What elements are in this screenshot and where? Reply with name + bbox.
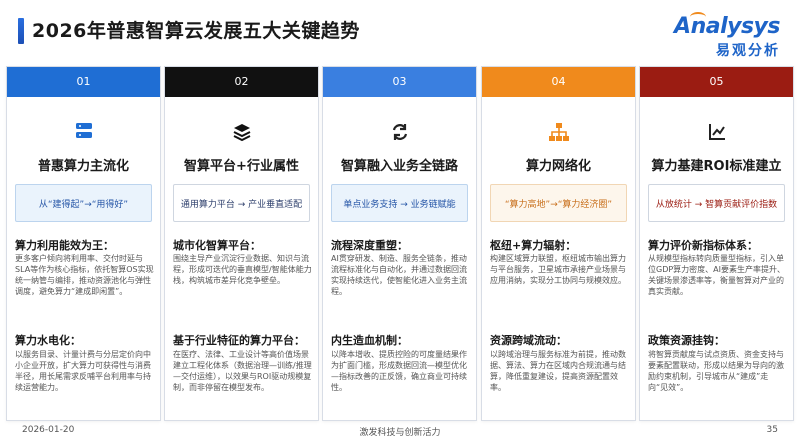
trend-title: 普惠算力主流化: [37, 159, 129, 174]
layers-icon: [165, 122, 318, 142]
section-heading-1: 算力评价新指标体系：: [648, 239, 758, 252]
section-text-2: 将智算贡献度与试点资质、资金支持与要素配置联动，形成以结果为导向的激励约束机制，…: [648, 350, 784, 392]
server-icon: [7, 122, 160, 142]
section-text-2: 以降本增收、提质控险的可度量结果作为扩面门槛，形成数据回流—模型优化—指标改善的…: [331, 350, 467, 392]
section-heading-1: 城市化智算平台：: [173, 239, 261, 252]
trend-title: 算力基建ROI标准建立: [651, 159, 782, 174]
footer-slogan: 激发科技与创新活力: [359, 428, 441, 438]
trend-number-header: 02: [165, 67, 318, 97]
section-heading-1: 流程深度重塑：: [331, 239, 408, 252]
refresh-icon: [323, 122, 476, 142]
trend-number-header: 03: [323, 67, 476, 97]
section-text-1: AI贯穿研发、制造、服务全链条，推动流程标准化与自动化，并通过数据回流实现持续迭…: [331, 254, 467, 296]
trend-tag: “算力高地”→“算力经济圈”: [490, 184, 627, 222]
trend-number-header: 05: [640, 67, 793, 97]
analysys-logo: Analysys 易观分析: [674, 12, 780, 59]
trend-card-1: 01 普惠算力主流化 从“建得起”→“用得好” 算力利用能效为王： 更多客户倾向…: [6, 66, 161, 421]
line-chart-icon: [640, 122, 793, 142]
trend-card-2: 02 智算平台+行业属性 通用算力平台 → 产业垂直适配 城市化智算平台： 围绕…: [164, 66, 319, 421]
logo-text-en: Analysys: [674, 14, 780, 39]
trend-tag: 通用算力平台 → 产业垂直适配: [173, 184, 310, 222]
section-heading-1: 枢纽+算力辐射：: [490, 239, 577, 252]
trend-number-header: 04: [482, 67, 635, 97]
trend-card-4: 04 算力网络化 “算力高地”→“算力经济圈” 枢纽+算力辐射： 构建区域算力联…: [481, 66, 636, 421]
page-number: 35: [766, 425, 778, 435]
section-heading-2: 政策资源挂钩：: [648, 334, 725, 347]
section-heading-2: 资源跨域流动：: [490, 334, 567, 347]
title-accent-bar: [18, 18, 24, 44]
page-title: 2026年普惠智算云发展五大关键趋势: [32, 20, 360, 42]
trend-card-3: 03 智算融入业务全链路 单点业务支持 → 业务链赋能 流程深度重塑： AI贯穿…: [322, 66, 477, 421]
section-text-2: 以跨域治理与服务标准为前提，推动数据、算法、算力在区域内合规流通与结算，降低重复…: [490, 350, 626, 392]
trend-title: 算力网络化: [525, 159, 591, 174]
section-text-2: 在医疗、法律、工业设计等高价值场景建立工程化体系（数据治理—训练/推理—交付运维…: [173, 350, 312, 392]
network-icon: [482, 122, 635, 142]
trend-tag: 从放统计 → 智算贡献评价指数: [648, 184, 785, 222]
trend-title: 智算融入业务全链路: [340, 159, 458, 174]
section-text-1: 构建区域算力联盟，枢纽城市输出算力与平台服务，卫星城市承接产业场景与应用消纳，实…: [490, 254, 626, 285]
trend-columns: 01 普惠算力主流化 从“建得起”→“用得好” 算力利用能效为王： 更多客户倾向…: [0, 66, 800, 421]
logo-text-cn: 易观分析: [716, 43, 780, 59]
trend-tag: 单点业务支持 → 业务链赋能: [331, 184, 468, 222]
trend-tag: 从“建得起”→“用得好”: [15, 184, 152, 222]
section-heading-2: 算力水电化：: [15, 334, 81, 347]
section-text-2: 以服务目录、计量计费与分层定价向中小企业开放，扩大算力可获得性与消费半径，用长尾…: [15, 350, 151, 392]
section-heading-1: 算力利用能效为王：: [15, 239, 114, 252]
section-heading-2: 内生造血机制：: [331, 334, 408, 347]
section-text-1: 从规模型指标转向质量型指标，引入单位GDP算力密度、AI要素生产率提升、关键场景…: [648, 254, 786, 296]
section-heading-2: 基于行业特征的算力平台：: [173, 334, 305, 347]
trend-title: 智算平台+行业属性: [184, 159, 299, 174]
section-text-1: 更多客户倾向将利用率、交付时延与SLA等作为核心指标，依托智算OS实现统一纳管与…: [15, 254, 154, 296]
section-text-1: 围绕主导产业沉淀行业数据、知识与流程，形成可迭代的垂直模型/智能体能力栈，构筑城…: [173, 254, 312, 285]
trend-number-header: 01: [7, 67, 160, 97]
trend-card-5: 05 算力基建ROI标准建立 从放统计 → 智算贡献评价指数 算力评价新指标体系…: [639, 66, 794, 421]
